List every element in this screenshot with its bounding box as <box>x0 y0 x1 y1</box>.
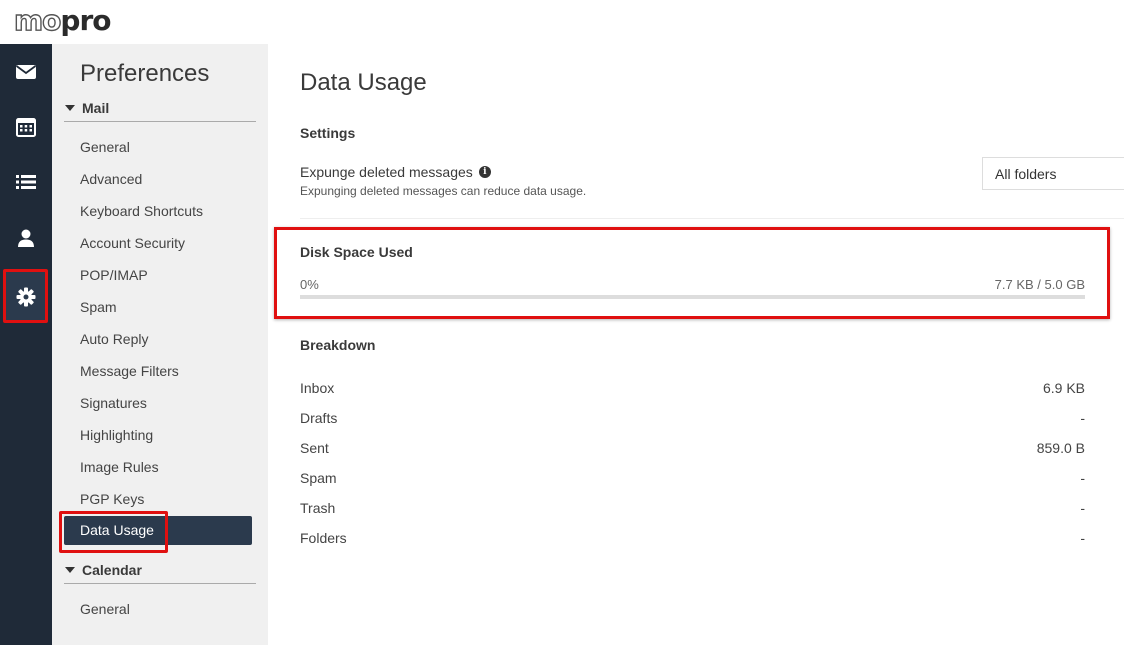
mail-section-toggle[interactable]: Mail <box>64 100 256 122</box>
caret-down-icon <box>65 567 75 573</box>
breakdown-name: Sent <box>300 440 329 456</box>
tasks-nav-button[interactable] <box>4 160 48 204</box>
nav-item-auto-reply[interactable]: Auto Reply <box>80 330 148 348</box>
disk-space-heading: Disk Space Used <box>300 244 413 260</box>
nav-item-pgp-keys[interactable]: PGP Keys <box>80 490 144 508</box>
breakdown-value: - <box>1080 530 1085 546</box>
nav-item-image-rules[interactable]: Image Rules <box>80 458 159 476</box>
caret-down-icon <box>65 105 75 111</box>
disk-usage-amount: 7.7 KB / 5.0 GB <box>994 277 1085 292</box>
top-bar: mopro <box>0 0 1124 44</box>
nav-item-pop-imap[interactable]: POP/IMAP <box>80 266 148 284</box>
mail-nav-button[interactable] <box>4 50 48 94</box>
disk-usage-percent: 0% <box>300 277 319 292</box>
main-content: Data Usage Settings Expunge deleted mess… <box>268 44 1124 645</box>
breakdown-row: Trash - <box>300 500 1085 520</box>
highlight-box-data-usage <box>59 511 168 553</box>
breakdown-name: Inbox <box>300 380 335 396</box>
calendar-icon <box>16 118 36 137</box>
preferences-title: Preferences <box>80 60 210 87</box>
breakdown-name: Drafts <box>300 410 338 426</box>
breakdown-row: Inbox 6.9 KB <box>300 380 1085 400</box>
breakdown-value: 859.0 B <box>1036 440 1085 456</box>
list-icon <box>16 175 36 189</box>
breakdown-value: 6.9 KB <box>1042 380 1085 396</box>
settings-heading: Settings <box>300 125 356 141</box>
breakdown-row: Sent 859.0 B <box>300 440 1085 460</box>
nav-item-general[interactable]: General <box>80 138 130 156</box>
calendar-nav-button[interactable] <box>4 105 48 149</box>
breakdown-name: Folders <box>300 530 347 546</box>
nav-item-signatures[interactable]: Signatures <box>80 394 147 412</box>
calendar-section-toggle[interactable]: Calendar <box>64 562 256 584</box>
nav-item-highlighting[interactable]: Highlighting <box>80 426 153 444</box>
breakdown-row: Drafts - <box>300 410 1085 430</box>
contacts-icon <box>18 229 34 247</box>
expunge-description: Expunging deleted messages can reduce da… <box>300 184 587 198</box>
expunge-select[interactable]: All folders <box>982 157 1124 190</box>
disk-usage-progress-bar <box>300 295 1085 299</box>
nav-item-message-filters[interactable]: Message Filters <box>80 362 179 380</box>
breakdown-row: Spam - <box>300 470 1085 490</box>
page-title: Data Usage <box>300 69 427 96</box>
nav-item-advanced[interactable]: Advanced <box>80 170 142 188</box>
nav-item-spam[interactable]: Spam <box>80 298 117 316</box>
breakdown-value: - <box>1080 410 1085 426</box>
highlight-box-disk-space <box>274 227 1110 319</box>
divider <box>300 218 1124 219</box>
breakdown-heading: Breakdown <box>300 337 376 353</box>
mail-icon <box>15 65 37 79</box>
gear-icon <box>16 287 36 307</box>
nav-item-account-security[interactable]: Account Security <box>80 234 185 252</box>
breakdown-value: - <box>1080 500 1085 516</box>
breakdown-name: Trash <box>300 500 336 516</box>
app-logo[interactable]: mopro <box>13 4 111 37</box>
nav-item-calendar-general[interactable]: General <box>80 600 130 618</box>
breakdown-row: Folders - <box>300 530 1085 550</box>
breakdown-name: Spam <box>300 470 337 486</box>
breakdown-value: - <box>1080 470 1085 486</box>
settings-nav-button[interactable] <box>4 275 48 319</box>
preferences-sidebar: Preferences Mail General Advanced Keyboa… <box>52 44 268 645</box>
app-icon-sidebar <box>0 44 52 645</box>
expunge-label: Expunge deleted messages i <box>300 164 491 180</box>
info-icon[interactable]: i <box>478 166 491 178</box>
contacts-nav-button[interactable] <box>4 216 48 260</box>
nav-item-keyboard-shortcuts[interactable]: Keyboard Shortcuts <box>80 202 203 220</box>
